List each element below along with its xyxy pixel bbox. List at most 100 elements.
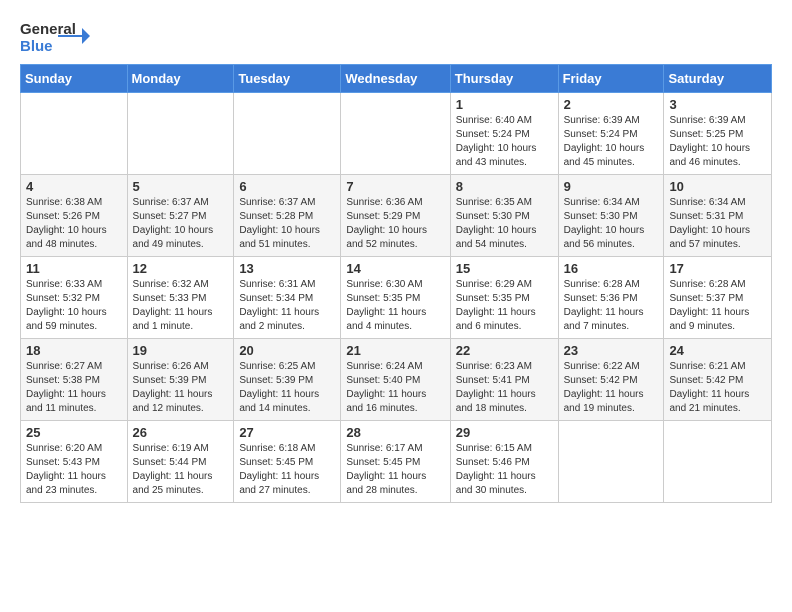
column-header-saturday: Saturday <box>664 65 772 93</box>
day-number: 17 <box>669 261 766 276</box>
calendar-cell: 25 Sunrise: 6:20 AM Sunset: 5:43 PM Dayli… <box>21 421 128 503</box>
day-number: 7 <box>346 179 444 194</box>
calendar-week-row: 11 Sunrise: 6:33 AM Sunset: 5:32 PM Dayli… <box>21 257 772 339</box>
day-info: Sunrise: 6:39 AM Sunset: 5:24 PM Dayligh… <box>564 114 659 170</box>
calendar-cell <box>664 421 772 503</box>
calendar-cell <box>558 421 664 503</box>
calendar-header-row: SundayMondayTuesdayWednesdayThursdayFrid… <box>21 65 772 93</box>
day-info: Sunrise: 6:37 AM Sunset: 5:28 PM Dayligh… <box>239 196 335 252</box>
column-header-thursday: Thursday <box>450 65 558 93</box>
day-info: Sunrise: 6:35 AM Sunset: 5:30 PM Dayligh… <box>456 196 553 252</box>
calendar-cell: 18 Sunrise: 6:27 AM Sunset: 5:38 PM Dayli… <box>21 339 128 421</box>
day-number: 19 <box>133 343 229 358</box>
column-header-friday: Friday <box>558 65 664 93</box>
day-number: 11 <box>26 261 122 276</box>
day-number: 25 <box>26 425 122 440</box>
day-number: 16 <box>564 261 659 276</box>
day-number: 12 <box>133 261 229 276</box>
day-number: 2 <box>564 97 659 112</box>
column-header-tuesday: Tuesday <box>234 65 341 93</box>
logo-svg: General Blue <box>20 16 90 56</box>
day-info: Sunrise: 6:28 AM Sunset: 5:37 PM Dayligh… <box>669 278 766 334</box>
calendar-cell: 17 Sunrise: 6:28 AM Sunset: 5:37 PM Dayli… <box>664 257 772 339</box>
calendar-cell: 16 Sunrise: 6:28 AM Sunset: 5:36 PM Dayli… <box>558 257 664 339</box>
day-number: 23 <box>564 343 659 358</box>
calendar-week-row: 4 Sunrise: 6:38 AM Sunset: 5:26 PM Daylig… <box>21 175 772 257</box>
svg-text:Blue: Blue <box>20 38 53 55</box>
day-number: 15 <box>456 261 553 276</box>
calendar-cell: 1 Sunrise: 6:40 AM Sunset: 5:24 PM Daylig… <box>450 93 558 175</box>
day-info: Sunrise: 6:31 AM Sunset: 5:34 PM Dayligh… <box>239 278 335 334</box>
calendar-cell: 6Sunrise: 6:37 AM Sunset: 5:28 PM Daylig… <box>234 175 341 257</box>
header: General Blue <box>20 16 772 56</box>
calendar-cell: 15 Sunrise: 6:29 AM Sunset: 5:35 PM Dayli… <box>450 257 558 339</box>
calendar-week-row: 25 Sunrise: 6:20 AM Sunset: 5:43 PM Dayli… <box>21 421 772 503</box>
logo: General Blue <box>20 16 90 56</box>
day-number: 21 <box>346 343 444 358</box>
day-info: Sunrise: 6:23 AM Sunset: 5:41 PM Dayligh… <box>456 360 553 416</box>
day-info: Sunrise: 6:39 AM Sunset: 5:25 PM Dayligh… <box>669 114 766 170</box>
day-info: Sunrise: 6:38 AM Sunset: 5:26 PM Dayligh… <box>26 196 122 252</box>
day-info: Sunrise: 6:25 AM Sunset: 5:39 PM Dayligh… <box>239 360 335 416</box>
day-info: Sunrise: 6:18 AM Sunset: 5:45 PM Dayligh… <box>239 442 335 498</box>
day-number: 20 <box>239 343 335 358</box>
day-number: 5 <box>133 179 229 194</box>
calendar-cell: 5 Sunrise: 6:37 AM Sunset: 5:27 PM Daylig… <box>127 175 234 257</box>
calendar-cell: 21Sunrise: 6:24 AM Sunset: 5:40 PM Dayli… <box>341 339 450 421</box>
calendar-cell <box>341 93 450 175</box>
day-number: 10 <box>669 179 766 194</box>
calendar-cell: 8 Sunrise: 6:35 AM Sunset: 5:30 PM Daylig… <box>450 175 558 257</box>
day-number: 9 <box>564 179 659 194</box>
day-number: 3 <box>669 97 766 112</box>
column-header-wednesday: Wednesday <box>341 65 450 93</box>
calendar-cell: 26 Sunrise: 6:19 AM Sunset: 5:44 PM Dayli… <box>127 421 234 503</box>
calendar-week-row: 18 Sunrise: 6:27 AM Sunset: 5:38 PM Dayli… <box>21 339 772 421</box>
day-info: Sunrise: 6:17 AM Sunset: 5:45 PM Dayligh… <box>346 442 444 498</box>
day-info: Sunrise: 6:29 AM Sunset: 5:35 PM Dayligh… <box>456 278 553 334</box>
day-number: 14 <box>346 261 444 276</box>
day-info: Sunrise: 6:36 AM Sunset: 5:29 PM Dayligh… <box>346 196 444 252</box>
day-info: Sunrise: 6:37 AM Sunset: 5:27 PM Dayligh… <box>133 196 229 252</box>
day-info: Sunrise: 6:34 AM Sunset: 5:31 PM Dayligh… <box>669 196 766 252</box>
day-info: Sunrise: 6:19 AM Sunset: 5:44 PM Dayligh… <box>133 442 229 498</box>
day-info: Sunrise: 6:20 AM Sunset: 5:43 PM Dayligh… <box>26 442 122 498</box>
calendar-cell: 29Sunrise: 6:15 AM Sunset: 5:46 PM Dayli… <box>450 421 558 503</box>
calendar-cell: 24Sunrise: 6:21 AM Sunset: 5:42 PM Dayli… <box>664 339 772 421</box>
calendar-cell <box>234 93 341 175</box>
column-header-sunday: Sunday <box>21 65 128 93</box>
calendar-cell: 12Sunrise: 6:32 AM Sunset: 5:33 PM Dayli… <box>127 257 234 339</box>
day-info: Sunrise: 6:30 AM Sunset: 5:35 PM Dayligh… <box>346 278 444 334</box>
calendar-cell: 28 Sunrise: 6:17 AM Sunset: 5:45 PM Dayli… <box>341 421 450 503</box>
calendar-cell: 2 Sunrise: 6:39 AM Sunset: 5:24 PM Daylig… <box>558 93 664 175</box>
day-info: Sunrise: 6:15 AM Sunset: 5:46 PM Dayligh… <box>456 442 553 498</box>
day-number: 13 <box>239 261 335 276</box>
day-number: 18 <box>26 343 122 358</box>
calendar-cell: 9 Sunrise: 6:34 AM Sunset: 5:30 PM Daylig… <box>558 175 664 257</box>
day-number: 26 <box>133 425 229 440</box>
day-info: Sunrise: 6:22 AM Sunset: 5:42 PM Dayligh… <box>564 360 659 416</box>
day-number: 1 <box>456 97 553 112</box>
day-number: 4 <box>26 179 122 194</box>
day-number: 28 <box>346 425 444 440</box>
day-info: Sunrise: 6:21 AM Sunset: 5:42 PM Dayligh… <box>669 360 766 416</box>
calendar-cell: 3 Sunrise: 6:39 AM Sunset: 5:25 PM Daylig… <box>664 93 772 175</box>
day-info: Sunrise: 6:27 AM Sunset: 5:38 PM Dayligh… <box>26 360 122 416</box>
day-info: Sunrise: 6:33 AM Sunset: 5:32 PM Dayligh… <box>26 278 122 334</box>
calendar-cell <box>127 93 234 175</box>
column-header-monday: Monday <box>127 65 234 93</box>
calendar-cell: 20 Sunrise: 6:25 AM Sunset: 5:39 PM Dayli… <box>234 339 341 421</box>
calendar-cell: 19 Sunrise: 6:26 AM Sunset: 5:39 PM Dayli… <box>127 339 234 421</box>
calendar-cell: 13 Sunrise: 6:31 AM Sunset: 5:34 PM Dayli… <box>234 257 341 339</box>
day-number: 22 <box>456 343 553 358</box>
calendar-cell: 22 Sunrise: 6:23 AM Sunset: 5:41 PM Dayli… <box>450 339 558 421</box>
calendar-cell: 27Sunrise: 6:18 AM Sunset: 5:45 PM Dayli… <box>234 421 341 503</box>
day-info: Sunrise: 6:28 AM Sunset: 5:36 PM Dayligh… <box>564 278 659 334</box>
calendar-cell: 4 Sunrise: 6:38 AM Sunset: 5:26 PM Daylig… <box>21 175 128 257</box>
day-info: Sunrise: 6:40 AM Sunset: 5:24 PM Dayligh… <box>456 114 553 170</box>
calendar-cell: 10 Sunrise: 6:34 AM Sunset: 5:31 PM Dayli… <box>664 175 772 257</box>
day-info: Sunrise: 6:26 AM Sunset: 5:39 PM Dayligh… <box>133 360 229 416</box>
day-info: Sunrise: 6:34 AM Sunset: 5:30 PM Dayligh… <box>564 196 659 252</box>
calendar-table: SundayMondayTuesdayWednesdayThursdayFrid… <box>20 64 772 503</box>
calendar-cell: 11 Sunrise: 6:33 AM Sunset: 5:32 PM Dayli… <box>21 257 128 339</box>
day-number: 8 <box>456 179 553 194</box>
